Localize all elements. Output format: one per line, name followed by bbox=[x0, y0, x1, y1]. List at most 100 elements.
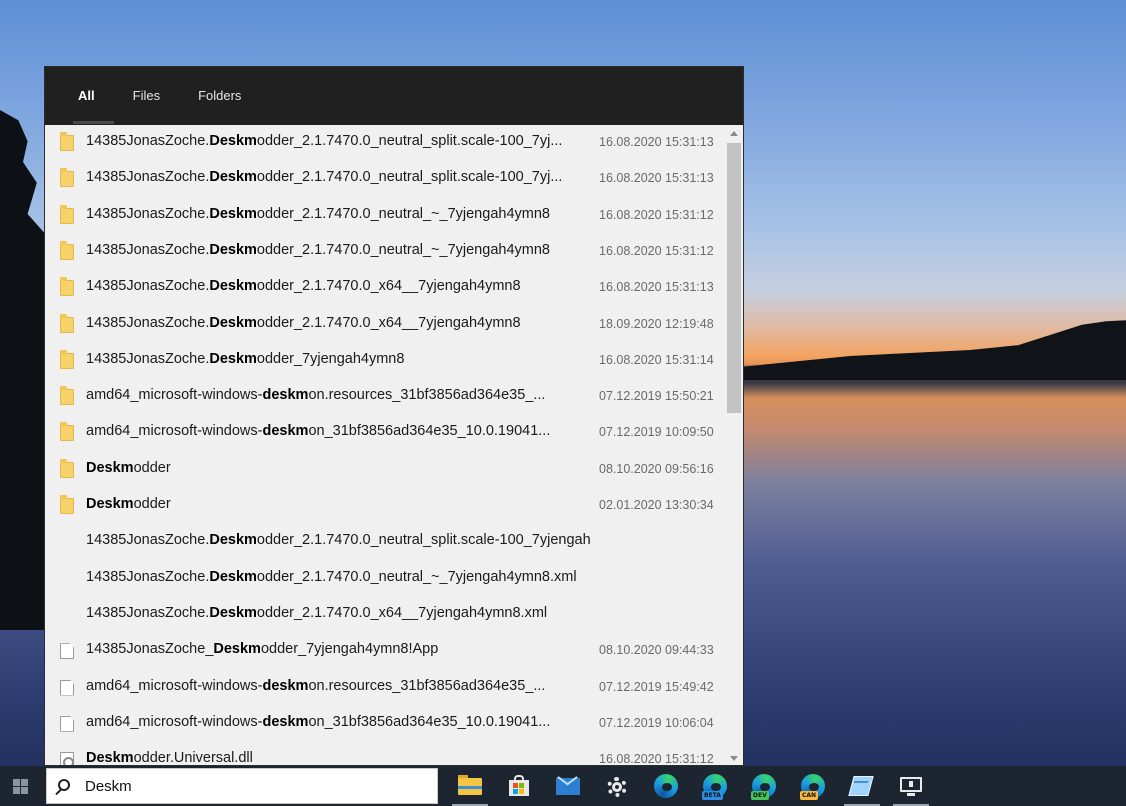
file-icon bbox=[60, 643, 74, 660]
result-row[interactable]: 14385JonasZoche_Deskmodder_7yjengah4ymn8… bbox=[45, 633, 725, 669]
tab-folders[interactable]: Folders bbox=[179, 67, 260, 123]
vertical-scrollbar[interactable] bbox=[725, 125, 743, 765]
result-name: 14385JonasZoche.Deskmodder_7yjengah4ymn8 bbox=[86, 351, 591, 367]
name-suffix: odder_2.1.7470.0_neutral_split.scale-100… bbox=[256, 133, 563, 149]
result-row[interactable]: 14385JonasZoche.Deskmodder_2.1.7470.0_ne… bbox=[45, 234, 725, 270]
result-name: amd64_microsoft-windows-deskmon_31bf3856… bbox=[86, 423, 591, 439]
edge-canary-icon[interactable]: CAN bbox=[789, 766, 837, 806]
name-match-highlight: Deskm bbox=[209, 241, 257, 258]
result-row[interactable]: 14385JonasZoche.Deskmodder_2.1.7470.0_ne… bbox=[45, 161, 725, 197]
name-match-highlight: deskm bbox=[262, 423, 309, 440]
filter-tab-bar: All Files Folders bbox=[45, 67, 743, 125]
result-date: 16.08.2020 15:31:14 bbox=[599, 352, 714, 367]
name-suffix: odder_7yjengah4ymn8!App bbox=[260, 641, 439, 658]
result-row[interactable]: 14385JonasZoche.Deskmodder_2.1.7470.0_ne… bbox=[45, 561, 725, 597]
result-name: 14385JonasZoche.Deskmodder_2.1.7470.0_ne… bbox=[86, 569, 591, 585]
tab-files[interactable]: Files bbox=[114, 67, 179, 123]
edge-channel-badge: BETA bbox=[702, 791, 723, 800]
mail-icon[interactable] bbox=[544, 766, 592, 806]
result-name: 14385JonasZoche.Deskmodder_2.1.7470.0_ne… bbox=[86, 169, 591, 185]
dll-file-icon bbox=[60, 752, 74, 765]
folder-icon bbox=[60, 204, 74, 224]
name-suffix: odder_2.1.7470.0_neutral_split.scale-100… bbox=[256, 532, 591, 549]
file-icon bbox=[60, 679, 74, 696]
name-match-highlight: Deskm bbox=[209, 314, 257, 331]
result-name: 14385JonasZoche.Deskmodder_2.1.7470.0_ne… bbox=[86, 532, 591, 548]
name-suffix: odder_2.1.7470.0_neutral_~_7yjengah4ymn8 bbox=[256, 205, 550, 222]
wallpaper-trees bbox=[0, 110, 46, 630]
name-prefix: 14385JonasZoche. bbox=[86, 133, 210, 149]
result-name: 14385JonasZoche_Deskmodder_7yjengah4ymn8… bbox=[86, 641, 591, 657]
name-match-highlight: Deskm bbox=[213, 641, 261, 658]
result-date: 16.08.2020 15:31:12 bbox=[599, 752, 714, 766]
result-row[interactable]: 14385JonasZoche.Deskmodder_2.1.7470.0_ne… bbox=[45, 125, 725, 161]
search-icon bbox=[58, 779, 70, 791]
file-explorer-icon[interactable] bbox=[446, 766, 494, 806]
result-row[interactable]: Deskmodder 02.01.2020 13:30:34 bbox=[45, 488, 725, 524]
result-name: Deskmodder.Universal.dll bbox=[86, 750, 591, 766]
result-row[interactable]: amd64_microsoft-windows-deskmon_31bf3856… bbox=[45, 706, 725, 742]
result-name: 14385JonasZoche.Deskmodder_2.1.7470.0_x6… bbox=[86, 278, 591, 294]
store-icon[interactable] bbox=[495, 766, 543, 806]
search-input[interactable]: Deskm bbox=[85, 778, 132, 795]
result-date: 16.08.2020 15:31:13 bbox=[599, 280, 714, 295]
folder-icon bbox=[60, 132, 74, 151]
name-prefix: 14385JonasZoche. bbox=[86, 241, 210, 258]
result-row[interactable]: 14385JonasZoche.Deskmodder_2.1.7470.0_ne… bbox=[45, 524, 725, 560]
result-row[interactable]: amd64_microsoft-windows-deskmon.resource… bbox=[45, 379, 725, 415]
name-prefix: amd64_microsoft-windows- bbox=[86, 713, 263, 730]
folder-icon bbox=[60, 313, 74, 333]
result-date: 07.12.2019 15:50:21 bbox=[599, 389, 714, 404]
tab-label: All bbox=[78, 87, 95, 103]
windows-logo-icon bbox=[13, 779, 29, 794]
result-date: 08.10.2020 09:44:33 bbox=[599, 643, 714, 658]
edge-icon[interactable] bbox=[642, 766, 690, 806]
tab-all[interactable]: All bbox=[59, 67, 114, 124]
result-row[interactable]: Deskmodder 08.10.2020 09:56:16 bbox=[45, 452, 725, 488]
result-date: 16.08.2020 15:31:13 bbox=[599, 135, 714, 149]
name-suffix: odder_2.1.7470.0_neutral_split.scale-100… bbox=[256, 169, 563, 186]
name-suffix: odder.Universal.dll bbox=[133, 750, 253, 766]
result-row[interactable]: 14385JonasZoche.Deskmodder_7yjengah4ymn8… bbox=[45, 343, 725, 379]
result-row[interactable]: amd64_microsoft-windows-deskmon_31bf3856… bbox=[45, 415, 725, 451]
result-row[interactable]: 14385JonasZoche.Deskmodder_2.1.7470.0_x6… bbox=[45, 307, 725, 343]
result-name: amd64_microsoft-windows-deskmon_31bf3856… bbox=[86, 714, 591, 730]
name-suffix: odder_2.1.7470.0_x64__7yjengah4ymn8 bbox=[256, 314, 521, 331]
scroll-up-arrow-icon[interactable] bbox=[730, 131, 738, 136]
folder-icon bbox=[60, 277, 74, 297]
settings-gear-icon[interactable] bbox=[593, 766, 641, 806]
result-row[interactable]: 14385JonasZoche.Deskmodder_2.1.7470.0_ne… bbox=[45, 198, 725, 234]
name-prefix: amd64_microsoft-windows- bbox=[86, 387, 263, 404]
name-match-highlight: deskm bbox=[262, 387, 309, 404]
name-suffix: odder_7yjengah4ymn8 bbox=[256, 350, 405, 367]
tab-label: Files bbox=[132, 87, 161, 103]
scroll-down-arrow-icon[interactable] bbox=[730, 756, 738, 761]
name-prefix: 14385JonasZoche. bbox=[86, 205, 210, 222]
result-row[interactable]: Deskmodder.Universal.dll 16.08.2020 15:31… bbox=[45, 742, 725, 766]
result-name: 14385JonasZoche.Deskmodder_2.1.7470.0_ne… bbox=[86, 242, 591, 258]
folder-icon bbox=[60, 495, 74, 514]
name-match-highlight: deskm bbox=[262, 677, 309, 694]
name-match-highlight: Deskm bbox=[209, 604, 257, 621]
folder-icon bbox=[60, 349, 74, 369]
start-button[interactable] bbox=[0, 766, 44, 806]
edge-dev-icon[interactable]: DEV bbox=[740, 766, 788, 806]
result-date: 16.08.2020 15:31:13 bbox=[599, 171, 714, 186]
result-date: 07.12.2019 10:06:04 bbox=[599, 715, 714, 730]
result-row[interactable]: 14385JonasZoche.Deskmodder_2.1.7470.0_x6… bbox=[45, 597, 725, 633]
result-name: 14385JonasZoche.Deskmodder_2.1.7470.0_x6… bbox=[86, 605, 591, 621]
name-suffix: odder_2.1.7470.0_neutral_~_7yjengah4ymn8… bbox=[256, 568, 577, 585]
system-info-icon[interactable] bbox=[887, 766, 935, 806]
name-suffix: on.resources_31bf3856ad364e35_... bbox=[308, 387, 546, 404]
scroll-thumb[interactable] bbox=[727, 143, 741, 413]
result-name: 14385JonasZoche.Deskmodder_2.1.7470.0_x6… bbox=[86, 315, 591, 331]
notepad-icon[interactable] bbox=[838, 766, 886, 806]
result-date: 08.10.2020 09:56:16 bbox=[599, 461, 714, 476]
taskbar-search-box[interactable]: Deskm bbox=[46, 768, 438, 804]
name-suffix: on_31bf3856ad364e35_10.0.19041... bbox=[308, 423, 551, 440]
name-match-highlight: Deskm bbox=[209, 278, 257, 295]
result-name: 14385JonasZoche.Deskmodder_2.1.7470.0_ne… bbox=[86, 206, 591, 222]
result-row[interactable]: amd64_microsoft-windows-deskmon.resource… bbox=[45, 670, 725, 706]
edge-beta-icon[interactable]: BETA bbox=[691, 766, 739, 806]
result-row[interactable]: 14385JonasZoche.Deskmodder_2.1.7470.0_x6… bbox=[45, 270, 725, 306]
